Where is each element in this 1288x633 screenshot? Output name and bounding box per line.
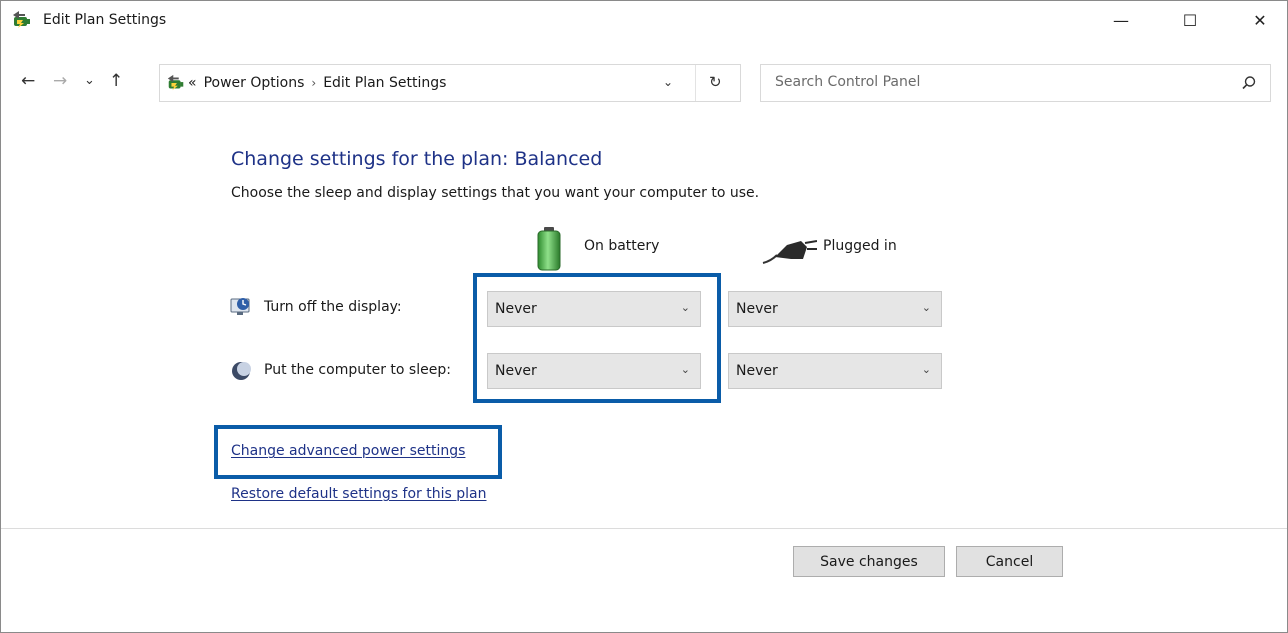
page-title: Change settings for the plan: Balanced [231, 148, 603, 170]
moon-icon [232, 362, 251, 380]
refresh-icon: ↻ [709, 73, 722, 91]
title-bar: Edit Plan Settings — ☐ ✕ [1, 1, 1287, 39]
battery-icon [537, 227, 561, 271]
address-dropdown-button[interactable]: ⌄ [663, 75, 673, 89]
back-arrow-icon: ← [21, 71, 36, 91]
power-options-icon [167, 74, 184, 91]
forward-button[interactable]: → [53, 71, 67, 91]
column-header-on-battery: On battery [584, 238, 660, 254]
change-advanced-power-settings-link[interactable]: Change advanced power settings [231, 443, 465, 459]
column-header-plugged-in: Plugged in [823, 238, 897, 254]
edit-plan-settings-window: Edit Plan Settings — ☐ ✕ ← → ⌄ ↑ « Power … [0, 0, 1288, 633]
page-subtitle: Choose the sleep and display settings th… [231, 185, 760, 201]
close-icon: ✕ [1253, 10, 1267, 30]
selected-value: Never [736, 301, 778, 317]
breadcrumb-item-edit-plan-settings[interactable]: Edit Plan Settings [323, 75, 446, 91]
window-title: Edit Plan Settings [43, 12, 167, 28]
chevron-down-icon: ⌄ [663, 75, 674, 89]
selected-value: Never [736, 363, 778, 379]
up-arrow-icon: ↑ [109, 71, 124, 91]
minimize-button[interactable]: — [1098, 1, 1144, 39]
sleep-plugged-select[interactable]: Never ⌄ [728, 353, 942, 389]
address-divider [695, 65, 696, 101]
display-plugged-select[interactable]: Never ⌄ [728, 291, 942, 327]
restore-default-settings-link[interactable]: Restore default settings for this plan [231, 486, 487, 502]
chevron-down-icon: ⌄ [84, 73, 95, 88]
save-changes-button[interactable]: Save changes [793, 546, 945, 577]
recent-locations-button[interactable]: ⌄ [84, 73, 95, 88]
forward-arrow-icon: → [53, 71, 68, 91]
on-battery-highlight-box [473, 273, 721, 403]
breadcrumb-overflow[interactable]: « [188, 75, 197, 91]
minimize-icon: — [1113, 10, 1129, 30]
search-input[interactable] [773, 73, 1217, 91]
footer-divider [1, 528, 1287, 529]
chevron-down-icon: ⌄ [921, 301, 931, 314]
cancel-button[interactable]: Cancel [956, 546, 1063, 577]
back-button[interactable]: ← [21, 71, 35, 91]
power-options-icon [13, 11, 30, 28]
breadcrumb-item-power-options[interactable]: Power Options [204, 75, 305, 91]
breadcrumb-separator-icon[interactable]: › [311, 76, 316, 90]
power-plug-icon [762, 240, 817, 264]
chevron-down-icon: ⌄ [921, 363, 931, 376]
maximize-icon: ☐ [1182, 10, 1198, 30]
search-icon[interactable] [1241, 75, 1257, 91]
refresh-button[interactable]: ↻ [709, 73, 722, 91]
up-button[interactable]: ↑ [109, 71, 123, 91]
search-box[interactable] [760, 64, 1271, 102]
put-computer-to-sleep-label: Put the computer to sleep: [264, 362, 451, 378]
maximize-button[interactable]: ☐ [1167, 1, 1213, 39]
turn-off-display-label: Turn off the display: [264, 299, 402, 315]
monitor-clock-icon [230, 298, 250, 315]
close-button[interactable]: ✕ [1237, 1, 1283, 39]
address-bar[interactable]: « Power Options › Edit Plan Settings ⌄ ↻ [159, 64, 741, 102]
breadcrumb: « Power Options › Edit Plan Settings [188, 75, 446, 91]
